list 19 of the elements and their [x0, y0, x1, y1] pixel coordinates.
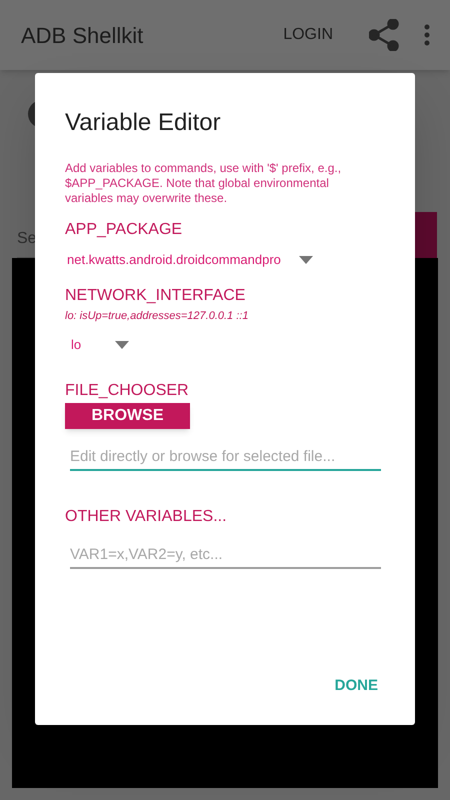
dialog-description: Add variables to commands, use with '$' prefix, e.g., $APP_PACKAGE. Note that global environmental variables may overwrite these. — [65, 161, 342, 206]
login-button[interactable]: LOGIN — [283, 23, 333, 47]
dropdown-caret-icon — [298, 256, 313, 264]
variable-label: FILE_CHOOSER — [65, 380, 190, 400]
more-options-icon[interactable] — [424, 24, 430, 46]
file-path-field[interactable]: Edit directly or browse for selected file... — [70, 444, 381, 470]
variables-field[interactable]: VAR1=x,VAR2=y, etc... — [70, 542, 381, 568]
share-icon[interactable] — [369, 19, 399, 51]
dialog-title: Variable Editor — [65, 108, 222, 138]
dropdown[interactable]: lo — [65, 332, 385, 356]
browse-button[interactable]: BROWSE — [65, 402, 190, 428]
done-button[interactable]: DONE — [334, 674, 378, 697]
interface-info: lo: isUp=true,addresses=127.0.0.1 ::1 — [65, 309, 250, 324]
variable-label: NETWORK_INTERFACE — [65, 286, 246, 306]
dropdown[interactable]: net.kwatts.android.droidcommandpro — [65, 248, 385, 272]
dropdown-caret-icon — [115, 340, 130, 348]
variable-label: APP_PACKAGE — [65, 220, 184, 240]
app-title: ADB Shellkit — [21, 22, 144, 50]
variable-label: OTHER VARIABLES... — [65, 506, 228, 526]
